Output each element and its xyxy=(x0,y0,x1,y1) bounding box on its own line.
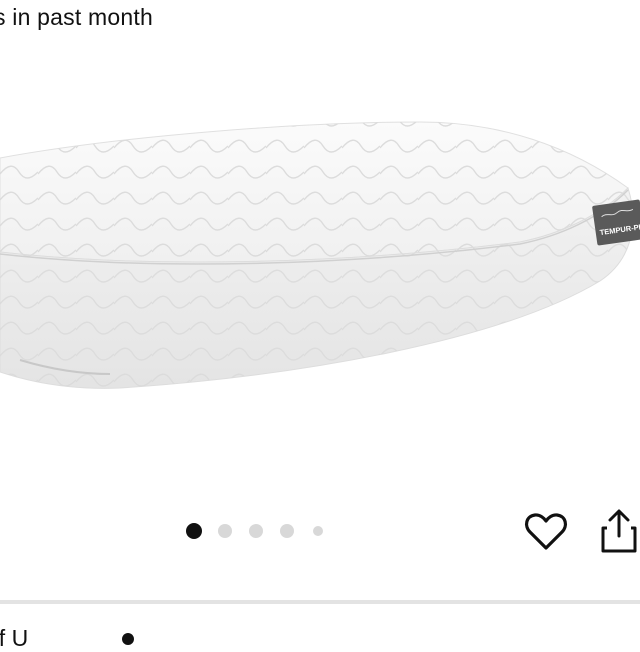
product-image[interactable]: TEMPUR-PEDIC xyxy=(0,56,640,496)
favorite-button[interactable] xyxy=(522,510,570,554)
carousel-dot[interactable] xyxy=(249,524,263,538)
share-icon xyxy=(601,509,637,553)
carousel-dot[interactable] xyxy=(313,526,323,536)
footer-dot-icon xyxy=(122,633,134,645)
purchase-count-text: s in past month xyxy=(0,4,153,30)
carousel-dot[interactable] xyxy=(186,523,202,539)
carousel-dot[interactable] xyxy=(218,524,232,538)
heart-icon xyxy=(524,513,568,550)
pillow-image: TEMPUR-PEDIC xyxy=(0,121,640,389)
carousel-dot[interactable] xyxy=(280,524,294,538)
image-carousel-indicator[interactable] xyxy=(180,522,340,540)
footer-partial-text: of U xyxy=(0,625,29,651)
section-divider xyxy=(0,600,640,604)
share-button[interactable] xyxy=(598,506,640,556)
